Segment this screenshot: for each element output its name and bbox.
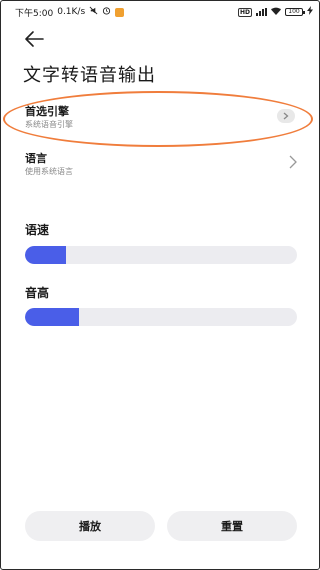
- alarm-icon: [102, 6, 111, 18]
- app-notification-icon: [115, 7, 125, 17]
- preferred-engine-row[interactable]: 首选引擎 系统语音引擎: [15, 101, 305, 141]
- mute-icon: [89, 6, 98, 18]
- charging-icon: [307, 6, 313, 18]
- language-title: 语言: [25, 152, 47, 165]
- speech-rate-fill: [25, 246, 66, 264]
- preferred-engine-title: 首选引擎: [25, 105, 69, 118]
- language-value: 使用系统语言: [25, 167, 73, 176]
- status-right: HD 100: [237, 6, 313, 18]
- status-bar: 下午5:00 0.1K/s HD 100: [1, 1, 319, 23]
- chevron-right-icon: [283, 112, 289, 120]
- pitch-slider[interactable]: [25, 308, 297, 326]
- status-left: 下午5:00 0.1K/s: [15, 6, 125, 19]
- play-button[interactable]: 播放: [25, 511, 155, 541]
- reset-button[interactable]: 重置: [167, 511, 297, 541]
- battery-level: 100: [288, 8, 300, 15]
- signal-icon: [256, 8, 267, 16]
- page-title: 文字转语音输出: [23, 65, 156, 86]
- wifi-icon: [271, 7, 281, 18]
- back-arrow-icon: [25, 31, 44, 47]
- status-speed: 0.1K/s: [57, 7, 86, 17]
- pitch-fill: [25, 308, 80, 326]
- screen: 下午5:00 0.1K/s HD 100 文字转语音输出 首选引擎 系统语音引擎…: [0, 0, 320, 570]
- battery-icon: 100: [285, 8, 305, 16]
- speech-rate-label: 语速: [25, 223, 50, 237]
- chevron-right-icon: [287, 154, 299, 170]
- back-button[interactable]: [23, 29, 45, 49]
- language-row[interactable]: 语言 使用系统语言: [15, 148, 305, 188]
- status-time: 下午5:00: [15, 8, 54, 19]
- preferred-engine-value: 系统语音引擎: [25, 120, 73, 129]
- hd-icon: HD: [237, 7, 252, 17]
- speech-rate-slider[interactable]: [25, 246, 297, 264]
- engine-settings-button[interactable]: [277, 109, 295, 123]
- pitch-label: 音高: [25, 286, 50, 300]
